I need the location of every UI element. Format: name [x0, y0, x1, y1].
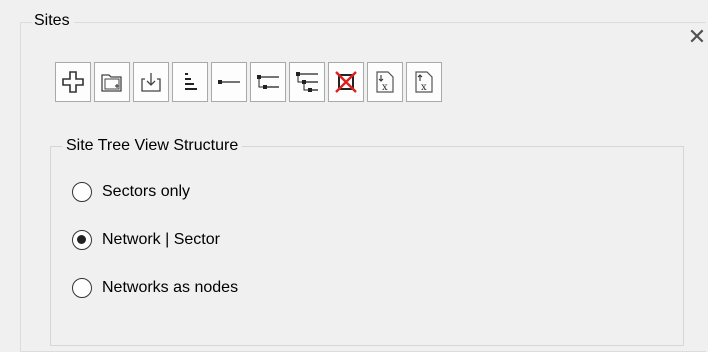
two-level-icon	[257, 75, 279, 89]
three-level-icon	[296, 72, 318, 92]
add-folder-icon	[101, 74, 122, 92]
import-icon	[141, 73, 161, 92]
export-down-button[interactable]: x	[367, 62, 403, 102]
close-button[interactable]: ✕	[686, 26, 708, 48]
radio-sectors-only[interactable]: Sectors only	[72, 182, 190, 202]
single-level-icon	[218, 80, 240, 84]
radio-network-sector[interactable]: Network | Sector	[72, 230, 220, 250]
add-icon	[62, 71, 84, 93]
site-tree-structure-title: Site Tree View Structure	[62, 136, 243, 156]
svg-text:x: x	[382, 82, 388, 93]
radio-button[interactable]	[72, 230, 92, 250]
delete-red-x-icon	[335, 71, 357, 93]
radio-button[interactable]	[72, 278, 92, 298]
radio-label: Sectors only	[102, 183, 191, 200]
two-level-button[interactable]	[250, 62, 286, 102]
three-level-button[interactable]	[289, 62, 325, 102]
export-down-icon: x	[376, 71, 394, 93]
radio-label: Networks as nodes	[102, 279, 239, 296]
sites-panel-title: Sites	[32, 12, 74, 30]
radio-button[interactable]	[72, 182, 92, 202]
single-level-button[interactable]	[211, 62, 247, 102]
sort-levels-button[interactable]	[172, 62, 208, 102]
add-folder-button[interactable]	[94, 62, 130, 102]
import-button[interactable]	[133, 62, 169, 102]
radio-networks-as-nodes[interactable]: Networks as nodes	[72, 278, 238, 298]
export-up-icon: x	[415, 71, 433, 93]
sites-toolbar: x x	[55, 62, 442, 104]
close-icon: ✕	[687, 24, 707, 49]
export-up-button[interactable]: x	[406, 62, 442, 102]
sort-levels-icon	[185, 73, 197, 90]
delete-button[interactable]	[328, 62, 364, 102]
svg-text:x: x	[421, 82, 427, 93]
add-button[interactable]	[55, 62, 91, 102]
radio-label: Network | Sector	[102, 231, 220, 248]
